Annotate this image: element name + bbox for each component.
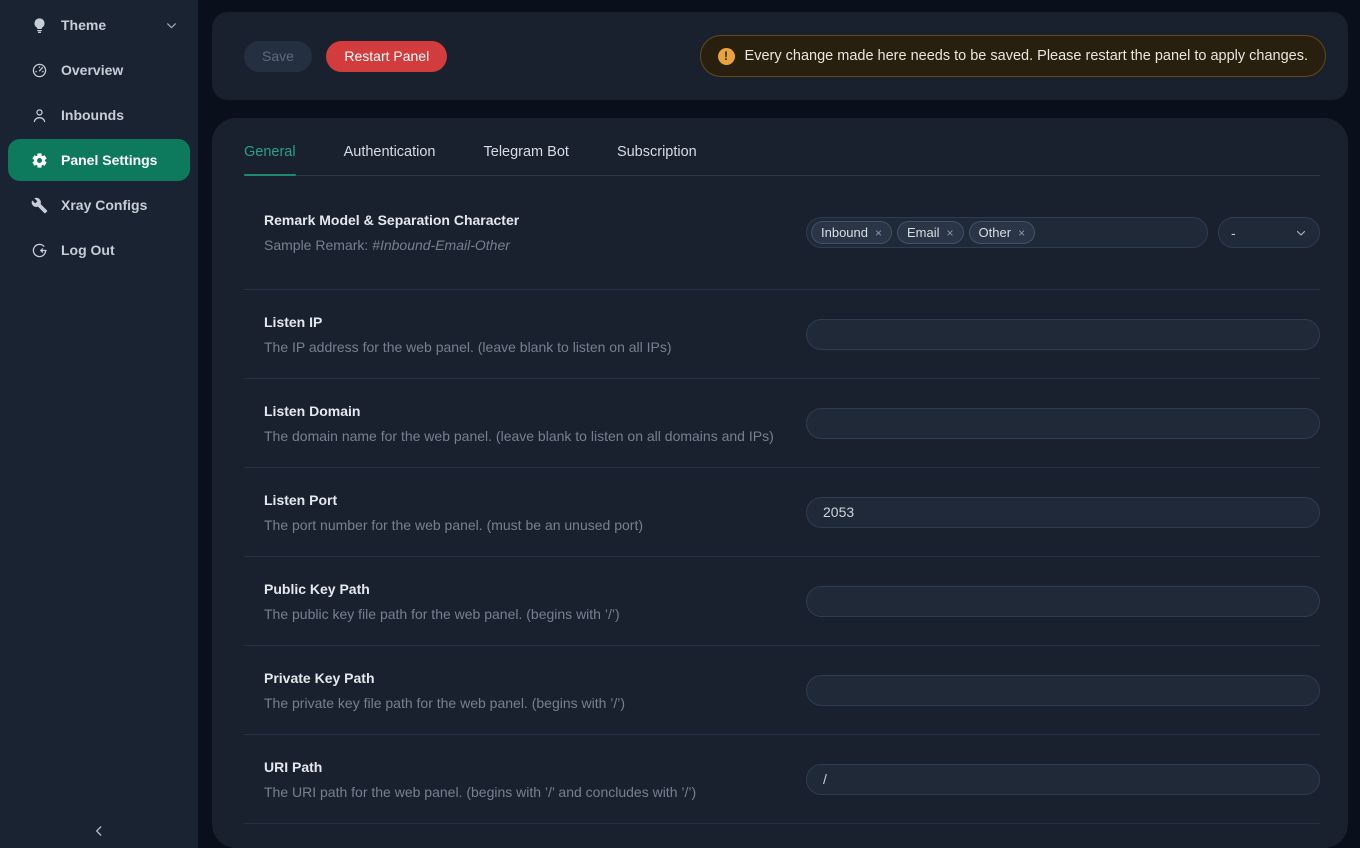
sidebar-item-theme[interactable]: Theme: [8, 4, 190, 46]
tab-general[interactable]: General: [244, 126, 296, 175]
tag-other: Other ×: [969, 221, 1036, 244]
public-key-path-input[interactable]: [806, 586, 1320, 617]
form-row-listen-domain: Listen Domain The domain name for the web…: [244, 379, 1320, 468]
tag-email: Email ×: [897, 221, 964, 244]
field-description: The domain name for the web panel. (leav…: [264, 428, 774, 444]
form-row-remark-model-separation-character: Remark Model & Separation Character Sampl…: [244, 176, 1320, 290]
field-text: Private Key Path The private key file pat…: [264, 670, 625, 711]
tab-telegram-bot[interactable]: Telegram Bot: [484, 126, 569, 175]
sidebar-item-panel-settings[interactable]: Panel Settings: [8, 139, 190, 181]
field-control: [806, 408, 1320, 439]
sidebar-item-log-out[interactable]: Log Out: [8, 229, 190, 271]
field-label: Listen Domain: [264, 403, 774, 419]
field-label: Listen IP: [264, 314, 672, 330]
field-label: Listen Port: [264, 492, 643, 508]
tag-inbound: Inbound ×: [811, 221, 892, 244]
field-description: Sample Remark: #Inbound-Email-Other: [264, 237, 519, 253]
field-description: The public key file path for the web pan…: [264, 606, 620, 622]
chevron-down-icon: [165, 19, 178, 32]
action-toolbar: Save Restart Panel ! Every change made h…: [212, 12, 1348, 100]
tab-bar: General Authentication Telegram Bot Subscri…: [244, 126, 1320, 176]
restart-warning-alert: ! Every change made here needs to be sav…: [700, 35, 1326, 77]
listen-domain-input[interactable]: [806, 408, 1320, 439]
sidebar-item-label: Theme: [61, 17, 106, 33]
private-key-path-input[interactable]: [806, 675, 1320, 706]
form-row-listen-ip: Listen IP The IP address for the web pane…: [244, 290, 1320, 379]
tab-authentication[interactable]: Authentication: [344, 126, 436, 175]
tab-subscription[interactable]: Subscription: [617, 126, 697, 175]
tag-label: Email: [907, 225, 940, 240]
sidebar: Theme Overview Inbounds Panel Settings Xray …: [0, 0, 198, 848]
remark-model-tags-input[interactable]: Inbound × Email × Other ×: [806, 217, 1208, 248]
select-value: -: [1231, 225, 1236, 241]
listen-port-input[interactable]: [806, 497, 1320, 528]
field-control: [806, 586, 1320, 617]
field-text: Listen Domain The domain name for the web…: [264, 403, 774, 444]
field-description: The private key file path for the web pa…: [264, 695, 625, 711]
tag-close-icon[interactable]: ×: [1018, 227, 1025, 239]
restart-panel-button[interactable]: Restart Panel: [326, 41, 447, 72]
field-label: URI Path: [264, 759, 696, 775]
tag-close-icon[interactable]: ×: [875, 227, 882, 239]
field-control: [806, 497, 1320, 528]
sidebar-item-label: Panel Settings: [61, 152, 157, 168]
warning-circle-icon: !: [718, 48, 735, 65]
field-text: Remark Model & Separation Character Sampl…: [264, 212, 519, 253]
chevron-down-icon: [1295, 227, 1307, 239]
sidebar-item-label: Inbounds: [61, 107, 124, 123]
field-label: Remark Model & Separation Character: [264, 212, 519, 228]
alert-text: Every change made here needs to be saved…: [745, 48, 1308, 64]
sidebar-item-xray-configs[interactable]: Xray Configs: [8, 184, 190, 226]
tag-label: Other: [979, 225, 1012, 240]
collapse-sidebar-button[interactable]: [0, 818, 198, 844]
form-row-private-key-path: Private Key Path The private key file pat…: [244, 646, 1320, 735]
sidebar-menu: Theme Overview Inbounds Panel Settings Xray …: [0, 4, 198, 271]
sidebar-item-inbounds[interactable]: Inbounds: [8, 94, 190, 136]
listen-ip-input[interactable]: [806, 319, 1320, 350]
field-text: Listen Port The port number for the web p…: [264, 492, 643, 533]
gear-icon: [30, 151, 48, 169]
field-control: [806, 764, 1320, 795]
description-part: #Inbound-Email-Other: [372, 237, 510, 253]
uri-path-input[interactable]: [806, 764, 1320, 795]
tag-close-icon[interactable]: ×: [947, 227, 954, 239]
wrench-icon: [30, 196, 48, 214]
description-part: Sample Remark:: [264, 237, 372, 253]
field-description: The IP address for the web panel. (leave…: [264, 339, 672, 355]
sidebar-item-label: Overview: [61, 62, 123, 78]
sidebar-item-label: Xray Configs: [61, 197, 147, 213]
field-control: [806, 319, 1320, 350]
user-icon: [30, 106, 48, 124]
form-row-public-key-path: Public Key Path The public key file path …: [244, 557, 1320, 646]
main-content: Save Restart Panel ! Every change made h…: [198, 0, 1360, 848]
chevron-left-icon: [92, 824, 106, 838]
field-text: URI Path The URI path for the web panel. …: [264, 759, 696, 800]
sidebar-item-overview[interactable]: Overview: [8, 49, 190, 91]
toolbar-buttons: Save Restart Panel: [244, 41, 447, 72]
panel-settings-card: General Authentication Telegram Bot Subscri…: [212, 118, 1348, 848]
field-label: Private Key Path: [264, 670, 625, 686]
form-row-listen-port: Listen Port The port number for the web p…: [244, 468, 1320, 557]
field-control: Inbound × Email × Other × -: [806, 217, 1320, 248]
settings-form: Remark Model & Separation Character Sampl…: [244, 176, 1320, 824]
field-text: Listen IP The IP address for the web pane…: [264, 314, 672, 355]
separation-character-select[interactable]: -: [1218, 217, 1320, 248]
sidebar-item-label: Log Out: [61, 242, 115, 258]
save-button[interactable]: Save: [244, 41, 312, 72]
field-description: The URI path for the web panel. (begins …: [264, 784, 696, 800]
logout-icon: [30, 241, 48, 259]
field-description: The port number for the web panel. (must…: [264, 517, 643, 533]
form-row-uri-path: URI Path The URI path for the web panel. …: [244, 735, 1320, 824]
lightbulb-icon: [30, 16, 48, 34]
field-control: [806, 675, 1320, 706]
field-label: Public Key Path: [264, 581, 620, 597]
tag-label: Inbound: [821, 225, 868, 240]
gauge-icon: [30, 61, 48, 79]
field-text: Public Key Path The public key file path …: [264, 581, 620, 622]
